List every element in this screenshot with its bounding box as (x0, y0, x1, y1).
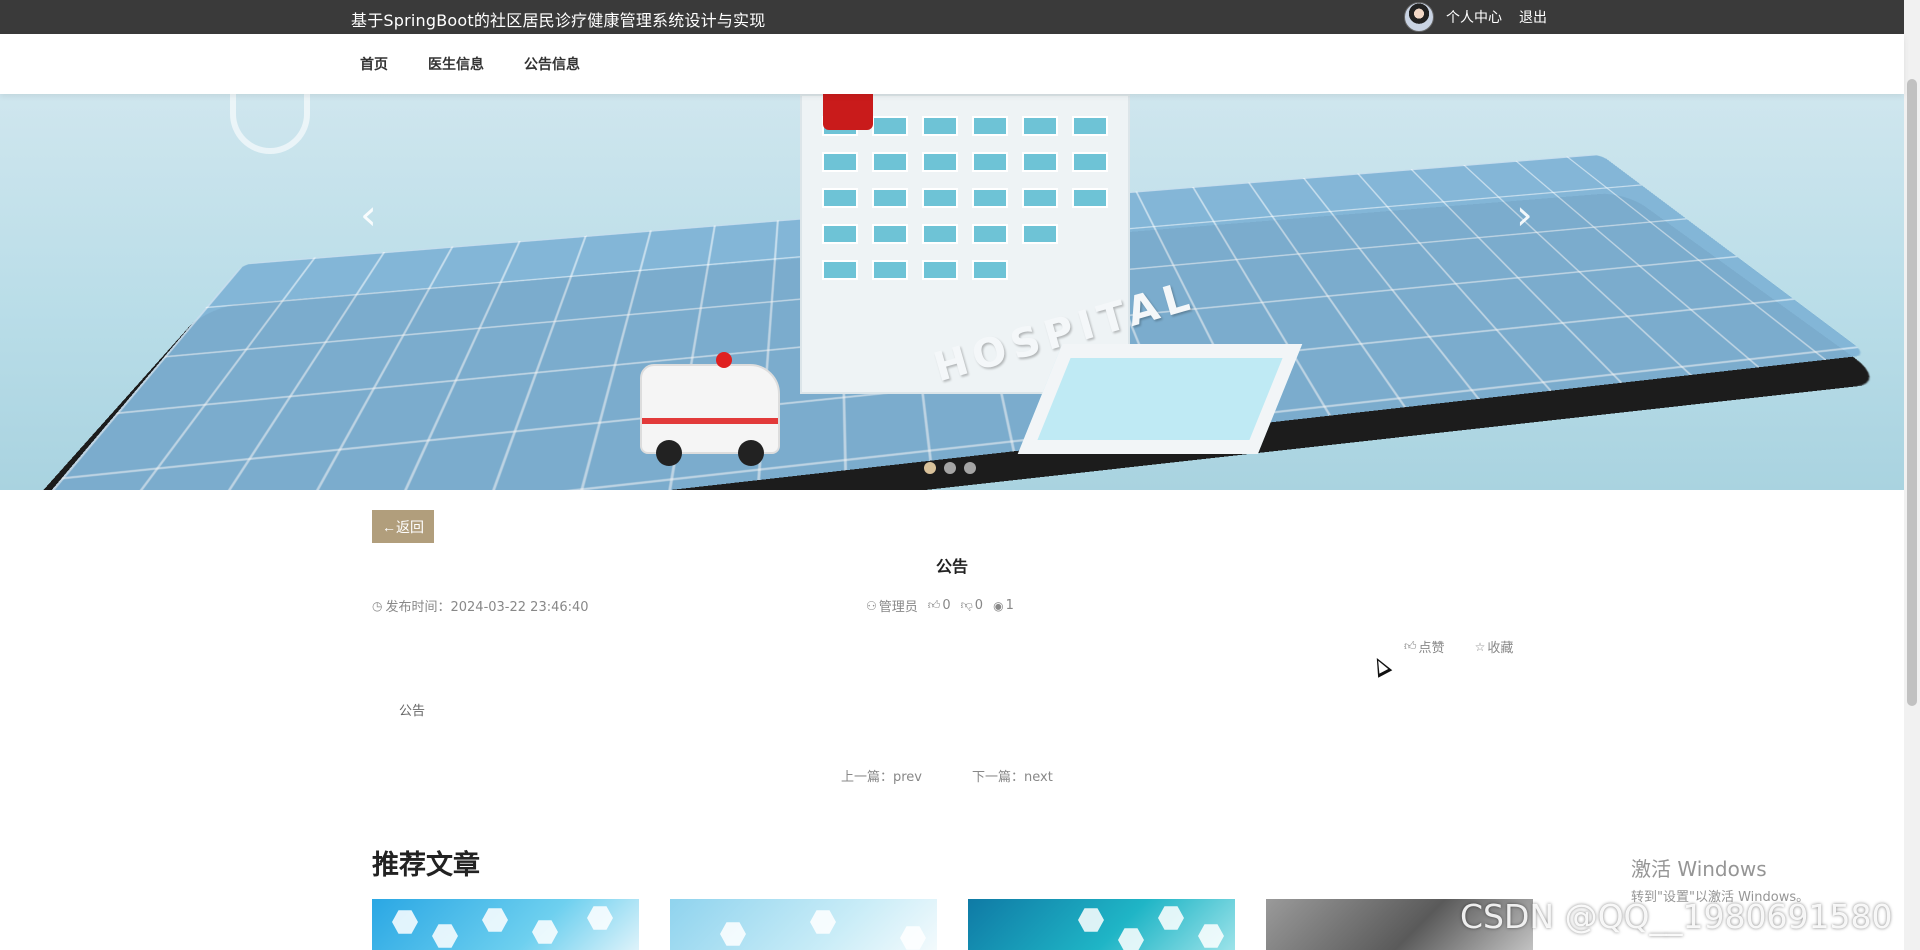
scrollbar-thumb[interactable] (1907, 79, 1917, 706)
main-nav: 首页 医生信息 公告信息 (0, 34, 1904, 94)
user-area: 个人中心 退出 (1404, 0, 1564, 34)
eye-icon: ◉ (993, 599, 1003, 613)
recommended-card[interactable] (372, 899, 639, 950)
carousel-dot[interactable] (964, 462, 976, 474)
like-button-label: 点赞 (1419, 637, 1445, 656)
nav-item-doctors[interactable]: 医生信息 (428, 54, 484, 74)
article-body: 公告 (399, 700, 425, 719)
user-icon: ⚇ (866, 599, 877, 613)
page-scrollbar[interactable] (1904, 0, 1920, 950)
clock-icon: ◷ (372, 599, 382, 613)
hospital-red-cross-sign (823, 94, 873, 130)
author: ⚇ 管理员 (866, 596, 918, 615)
nav-item-notices[interactable]: 公告信息 (524, 54, 580, 74)
article-title: 公告 (0, 553, 1904, 577)
like-count: 👍︎ 0 (928, 598, 951, 613)
top-bar: 基于SpringBoot的社区居民诊疗健康管理系统设计与实现 个人中心 退出 (0, 0, 1904, 34)
recommended-card[interactable] (670, 899, 937, 950)
dislike-count: 👎︎ 0 (961, 598, 983, 613)
thumb-up-icon: 👍︎ (928, 598, 941, 613)
logout-link[interactable]: 退出 (1519, 7, 1547, 27)
avatar[interactable] (1404, 2, 1434, 32)
banner-carousel: HOSPITAL ‹ › (0, 94, 1904, 490)
dislike-count-value: 0 (975, 598, 983, 613)
star-icon: ☆ (1475, 640, 1486, 654)
activation-title: 激活 Windows (1631, 853, 1809, 882)
recommended-title: 推荐文章 (372, 843, 480, 882)
thumb-down-icon: 👎︎ (961, 598, 973, 613)
carousel-dot[interactable] (944, 462, 956, 474)
prev-article-link[interactable]: 上一篇：prev (841, 766, 922, 785)
ambulance-illustration (640, 364, 780, 454)
view-count-value: 1 (1006, 598, 1014, 613)
favorite-button[interactable]: ☆ 收藏 (1475, 637, 1514, 656)
pool-illustration (1018, 344, 1302, 454)
thumb-up-icon: 👍︎ (1404, 639, 1417, 654)
publish-time: ◷ 发布时间：2024-03-22 23:46:40 (372, 596, 589, 615)
article-actions: 👍︎ 点赞 ☆ 收藏 (1404, 637, 1513, 656)
decor-ring (230, 94, 310, 154)
site-title: 基于SpringBoot的社区居民诊疗健康管理系统设计与实现 (351, 7, 765, 31)
article-stats: ⚇ 管理员 👍︎ 0 👎︎ 0 ◉ 1 (866, 596, 1014, 615)
recommended-list (372, 899, 1533, 950)
mouse-cursor-icon (1370, 654, 1393, 677)
personal-center-link[interactable]: 个人中心 (1446, 7, 1502, 27)
csdn-watermark: CSDN @QQ__1980691580 (1460, 897, 1892, 936)
back-button[interactable]: ←返回 (372, 510, 434, 543)
publish-time-text: 发布时间：2024-03-22 23:46:40 (385, 596, 588, 615)
like-button[interactable]: 👍︎ 点赞 (1404, 637, 1445, 656)
next-article-link[interactable]: 下一篇：next (972, 766, 1053, 785)
carousel-next-arrow[interactable]: › (1516, 194, 1533, 236)
author-name: 管理员 (879, 596, 918, 615)
view-count: ◉ 1 (993, 598, 1014, 613)
nav-item-home[interactable]: 首页 (360, 54, 388, 74)
article-pagination: 上一篇：prev 下一篇：next (841, 766, 1053, 785)
nav-items: 首页 医生信息 公告信息 (360, 34, 620, 94)
favorite-button-label: 收藏 (1487, 637, 1513, 656)
like-count-value: 0 (942, 598, 950, 613)
carousel-dot[interactable] (924, 462, 936, 474)
recommended-card[interactable] (968, 899, 1235, 950)
carousel-prev-arrow[interactable]: ‹ (360, 194, 377, 236)
carousel-dots (924, 462, 976, 474)
